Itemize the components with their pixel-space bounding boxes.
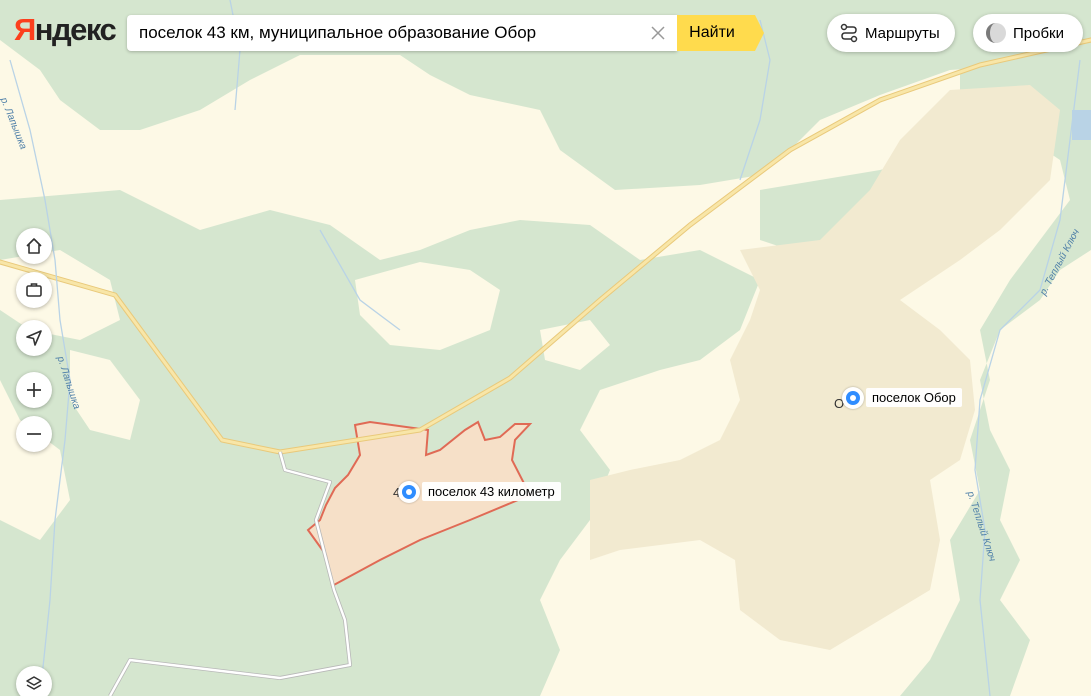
map-tiles xyxy=(0,0,1091,696)
navigation-arrow-icon xyxy=(26,330,42,346)
zoom-in-button[interactable] xyxy=(16,372,52,408)
traffic-icon xyxy=(985,22,1007,44)
layers-button[interactable] xyxy=(16,666,52,696)
location-pin-obor[interactable] xyxy=(842,387,864,409)
search-button[interactable]: Найти xyxy=(677,15,764,51)
home-button[interactable] xyxy=(16,228,52,264)
close-icon[interactable] xyxy=(649,24,667,42)
location-pin-icon xyxy=(402,485,416,499)
place-label-43km[interactable]: поселок 43 километр xyxy=(422,482,561,501)
zoom-out-button[interactable] xyxy=(16,416,52,452)
traffic-label: Пробки xyxy=(1013,24,1064,42)
search-bar: Найти xyxy=(127,15,764,51)
yandex-logo[interactable]: Яндекс xyxy=(14,12,117,48)
location-pin-43km[interactable] xyxy=(398,481,420,503)
routes-icon xyxy=(839,23,859,43)
minus-icon xyxy=(27,433,41,435)
traffic-button[interactable]: Пробки xyxy=(973,14,1083,52)
briefcase-icon xyxy=(26,283,42,297)
map-canvas[interactable] xyxy=(0,0,1091,696)
home-icon xyxy=(26,238,42,254)
location-pin-icon xyxy=(846,391,860,405)
layers-icon xyxy=(26,676,42,690)
work-button[interactable] xyxy=(16,272,52,308)
place-label-obor[interactable]: поселок Обор xyxy=(866,388,962,407)
routes-label: Маршруты xyxy=(865,24,940,42)
search-box xyxy=(127,15,677,51)
search-input[interactable] xyxy=(127,15,677,51)
routes-button[interactable]: Маршруты xyxy=(827,14,955,52)
plus-icon xyxy=(27,383,41,397)
locate-button[interactable] xyxy=(16,320,52,356)
